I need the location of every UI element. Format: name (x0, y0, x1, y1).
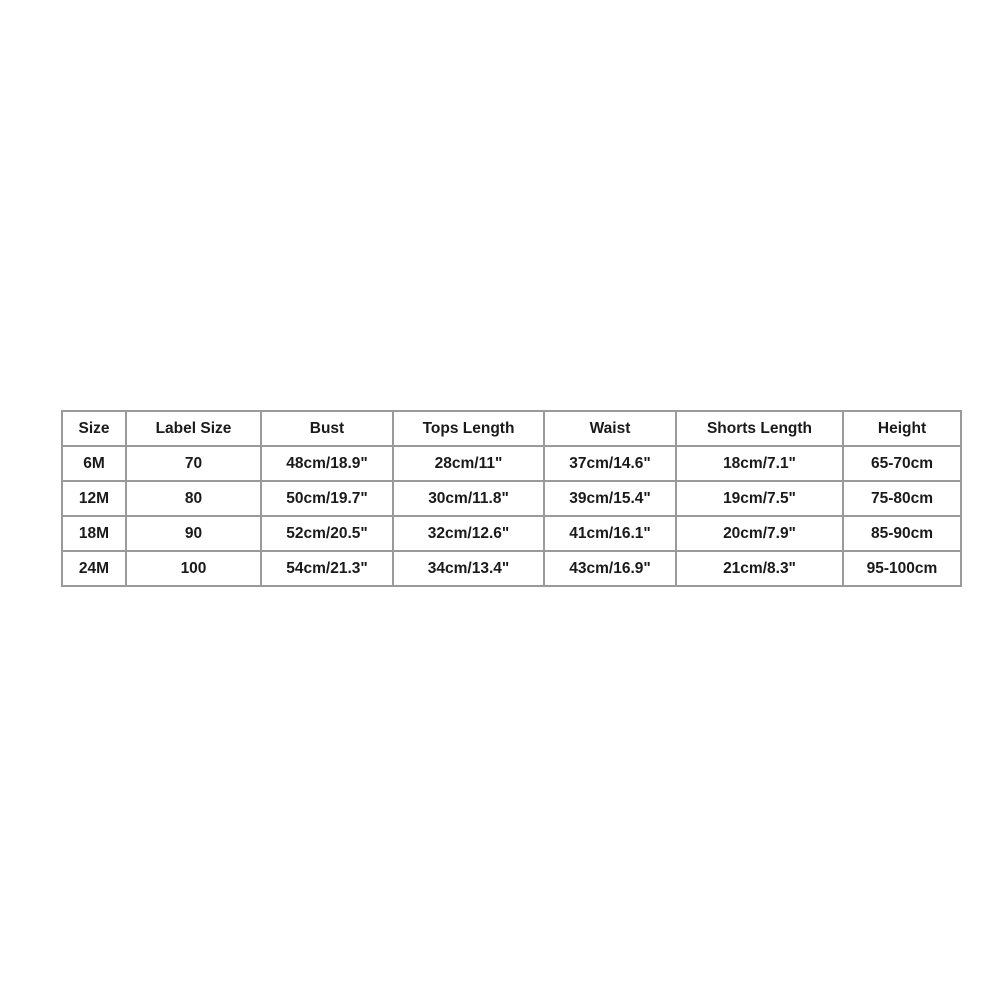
header-size: Size (61, 410, 127, 447)
cell-shorts-length: 20cm/7.9" (675, 515, 844, 552)
cell-waist: 43cm/16.9" (543, 550, 677, 587)
header-shorts-length: Shorts Length (675, 410, 844, 447)
cell-height: 95-100cm (842, 550, 962, 587)
cell-height: 85-90cm (842, 515, 962, 552)
cell-label-size: 80 (125, 480, 262, 517)
header-height: Height (842, 410, 962, 447)
cell-shorts-length: 21cm/8.3" (675, 550, 844, 587)
table-row: 12M 80 50cm/19.7" 30cm/11.8" 39cm/15.4" … (61, 480, 962, 517)
cell-bust: 54cm/21.3" (260, 550, 394, 587)
cell-tops-length: 28cm/11" (392, 445, 545, 482)
table-row: 24M 100 54cm/21.3" 34cm/13.4" 43cm/16.9"… (61, 550, 962, 587)
header-waist: Waist (543, 410, 677, 447)
cell-waist: 41cm/16.1" (543, 515, 677, 552)
cell-bust: 50cm/19.7" (260, 480, 394, 517)
cell-label-size: 90 (125, 515, 262, 552)
cell-bust: 52cm/20.5" (260, 515, 394, 552)
cell-height: 65-70cm (842, 445, 962, 482)
table-row: 18M 90 52cm/20.5" 32cm/12.6" 41cm/16.1" … (61, 515, 962, 552)
header-row: Size Label Size Bust Tops Length Waist S… (61, 410, 962, 447)
cell-label-size: 70 (125, 445, 262, 482)
cell-size: 24M (61, 550, 127, 587)
cell-size: 6M (61, 445, 127, 482)
cell-shorts-length: 18cm/7.1" (675, 445, 844, 482)
header-tops-length: Tops Length (392, 410, 545, 447)
header-bust: Bust (260, 410, 394, 447)
cell-waist: 39cm/15.4" (543, 480, 677, 517)
size-chart-table: Size Label Size Bust Tops Length Waist S… (61, 410, 962, 587)
header-label-size: Label Size (125, 410, 262, 447)
table-row: 6M 70 48cm/18.9" 28cm/11" 37cm/14.6" 18c… (61, 445, 962, 482)
cell-shorts-length: 19cm/7.5" (675, 480, 844, 517)
cell-height: 75-80cm (842, 480, 962, 517)
cell-bust: 48cm/18.9" (260, 445, 394, 482)
cell-tops-length: 32cm/12.6" (392, 515, 545, 552)
cell-size: 12M (61, 480, 127, 517)
cell-size: 18M (61, 515, 127, 552)
cell-label-size: 100 (125, 550, 262, 587)
cell-tops-length: 34cm/13.4" (392, 550, 545, 587)
cell-tops-length: 30cm/11.8" (392, 480, 545, 517)
cell-waist: 37cm/14.6" (543, 445, 677, 482)
